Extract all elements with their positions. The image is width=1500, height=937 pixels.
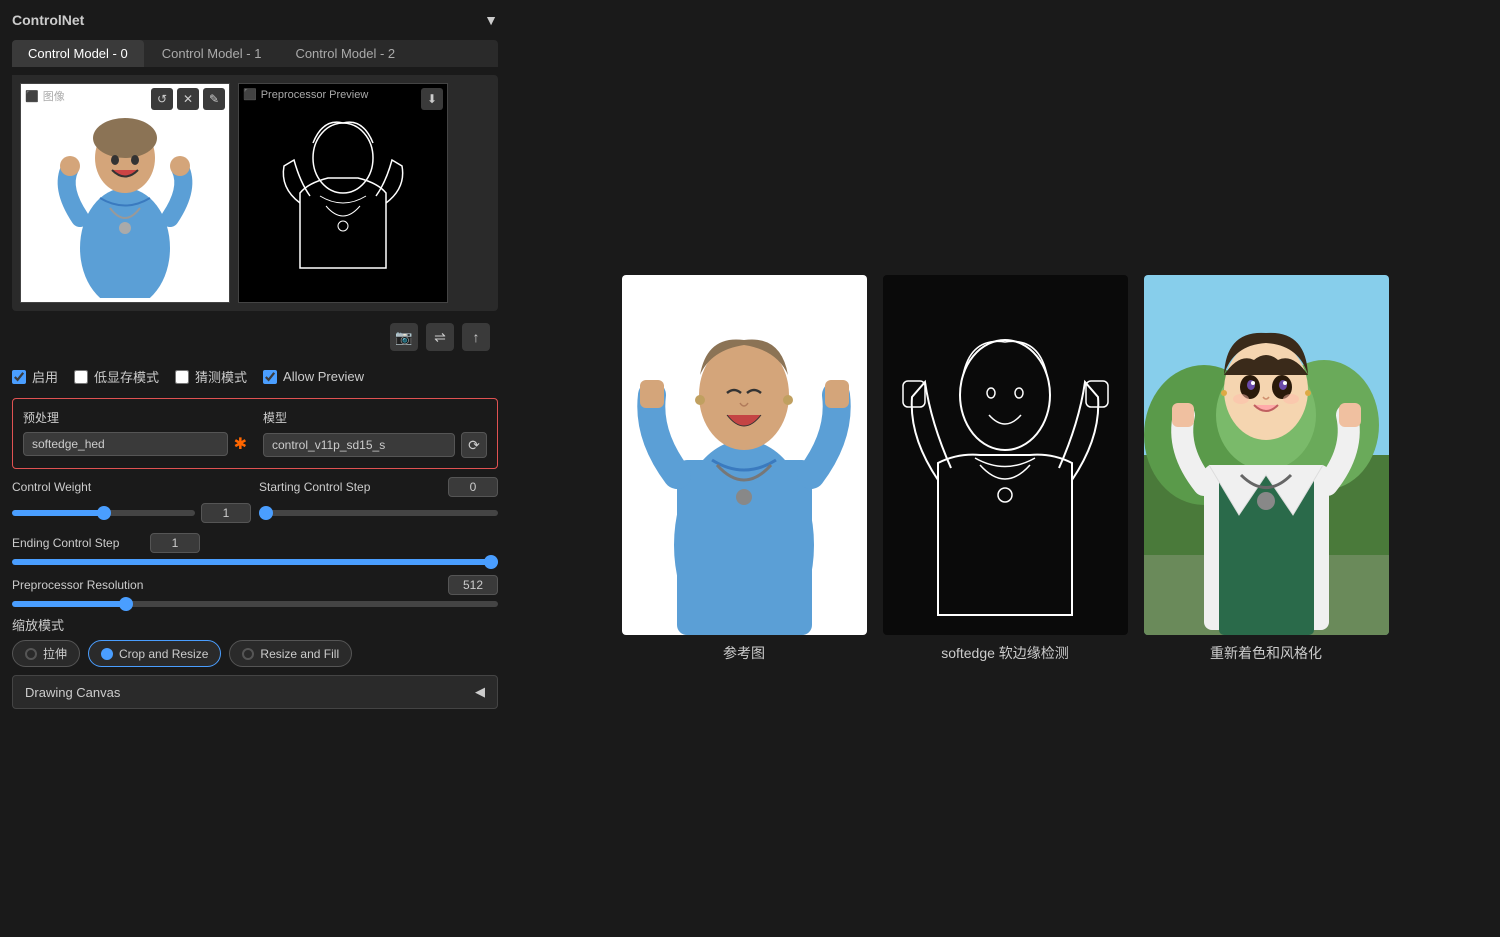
zoom-stretch-btn[interactable]: 拉伸 bbox=[12, 640, 80, 667]
gallery-caption-0: 参考图 bbox=[723, 643, 765, 663]
preprocessor-select[interactable]: softedge_hed bbox=[23, 432, 228, 456]
preprocessor-res-slider[interactable] bbox=[12, 601, 498, 607]
control-weight-label: Control Weight bbox=[12, 480, 251, 494]
ending-step-label: Ending Control Step bbox=[12, 536, 142, 550]
action-row: 📷 ⇌ ↑ bbox=[12, 319, 498, 355]
swap-btn[interactable]: ⇌ bbox=[426, 323, 454, 351]
nurse-photo bbox=[21, 84, 229, 302]
fire-icon: ✱ bbox=[234, 434, 247, 454]
zoom-crop-radio bbox=[101, 648, 113, 660]
image-row: ⬛ 图像 ↺ ✕ ✎ bbox=[12, 75, 498, 311]
low-vram-checkbox[interactable] bbox=[74, 370, 88, 384]
input-image-label: ⬛ 图像 bbox=[25, 88, 65, 104]
zoom-options: 拉伸 Crop and Resize Resize and Fill bbox=[12, 640, 498, 667]
download-preview-btn[interactable]: ⬇ bbox=[421, 88, 443, 110]
model-label: 模型 bbox=[263, 409, 487, 426]
preprocessor-res-value[interactable]: 512 bbox=[448, 575, 498, 595]
enable-label: 启用 bbox=[32, 367, 58, 386]
model-section: 预处理 softedge_hed ✱ 模型 control_v11p_sd15_… bbox=[12, 398, 498, 469]
gallery-item-2: 重新着色和风格化 bbox=[1144, 275, 1389, 663]
gallery-image-1 bbox=[883, 275, 1128, 635]
right-panel: 参考图 bbox=[510, 0, 1500, 937]
allow-preview-label: Allow Preview bbox=[283, 369, 364, 384]
preprocessor-res-label: Preprocessor Resolution bbox=[12, 578, 440, 592]
gallery-caption-1: softedge 软边缘检测 bbox=[941, 643, 1069, 663]
gallery-image-2 bbox=[1144, 275, 1389, 635]
slider-section: Control Weight Starting Control Step 0 1… bbox=[12, 477, 498, 607]
brush-image-btn[interactable]: ✎ bbox=[203, 88, 225, 110]
zoom-fill-radio bbox=[242, 648, 254, 660]
upload-btn[interactable]: ↑ bbox=[462, 323, 490, 351]
low-vram-checkbox-item[interactable]: 低显存模式 bbox=[74, 367, 159, 386]
camera-btn[interactable]: 📷 bbox=[390, 323, 418, 351]
preprocessor-preview-box: ⬛ Preprocessor Preview ⬇ bbox=[238, 83, 448, 303]
left-panel: ControlNet ▼ Control Model - 0 Control M… bbox=[0, 0, 510, 937]
close-image-btn[interactable]: ✕ bbox=[177, 88, 199, 110]
input-image-controls: ↺ ✕ ✎ bbox=[151, 88, 225, 110]
input-image-box: ⬛ 图像 ↺ ✕ ✎ bbox=[20, 83, 230, 303]
controlnet-header: ControlNet ▼ bbox=[12, 12, 498, 28]
starting-step-value[interactable]: 0 bbox=[448, 477, 498, 497]
ending-step-slider[interactable] bbox=[12, 559, 498, 565]
allow-preview-checkbox[interactable] bbox=[263, 370, 277, 384]
checkbox-row: 启用 低显存模式 猜测模式 Allow Preview bbox=[12, 363, 498, 390]
preprocessor-label: 预处理 bbox=[23, 409, 247, 426]
model-select[interactable]: control_v11p_sd15_s bbox=[263, 433, 455, 457]
edge-detection-preview bbox=[239, 84, 447, 302]
low-vram-label: 低显存模式 bbox=[94, 367, 159, 386]
gallery: 参考图 bbox=[622, 275, 1389, 663]
gallery-item-1: softedge 软边缘检测 bbox=[883, 275, 1128, 663]
zoom-crop-btn[interactable]: Crop and Resize bbox=[88, 640, 221, 667]
collapse-icon[interactable]: ▼ bbox=[484, 12, 498, 28]
guess-mode-label: 猜测模式 bbox=[195, 367, 247, 386]
preprocessor-preview-label: ⬛ Preprocessor Preview bbox=[243, 88, 368, 101]
zoom-section: 缩放模式 拉伸 Crop and Resize Resize and Fill bbox=[12, 615, 498, 667]
control-weight-slider[interactable] bbox=[12, 510, 195, 516]
allow-preview-checkbox-item[interactable]: Allow Preview bbox=[263, 369, 364, 384]
starting-step-slider[interactable] bbox=[259, 510, 498, 516]
model-select-row: control_v11p_sd15_s ⟳ bbox=[263, 432, 487, 458]
preprocessor-col: 预处理 softedge_hed ✱ bbox=[23, 409, 247, 458]
drawing-canvas-label: Drawing Canvas bbox=[25, 685, 120, 700]
tab-model-0[interactable]: Control Model - 0 bbox=[12, 40, 144, 67]
tab-model-1[interactable]: Control Model - 1 bbox=[146, 40, 278, 67]
enable-checkbox[interactable] bbox=[12, 370, 26, 384]
gallery-caption-2: 重新着色和风格化 bbox=[1210, 643, 1322, 663]
zoom-crop-label: Crop and Resize bbox=[119, 647, 208, 661]
image-icon: ⬛ bbox=[25, 90, 39, 103]
drawing-canvas-icon: ◀ bbox=[475, 684, 485, 700]
guess-mode-checkbox-item[interactable]: 猜测模式 bbox=[175, 367, 247, 386]
zoom-fill-btn[interactable]: Resize and Fill bbox=[229, 640, 352, 667]
controlnet-title: ControlNet bbox=[12, 12, 84, 28]
preview-icon: ⬛ bbox=[243, 88, 257, 101]
drawing-canvas[interactable]: Drawing Canvas ◀ bbox=[12, 675, 498, 709]
zoom-fill-label: Resize and Fill bbox=[260, 647, 339, 661]
ending-step-value[interactable]: 1 bbox=[150, 533, 200, 553]
model-refresh-btn[interactable]: ⟳ bbox=[461, 432, 487, 458]
gallery-item-0: 参考图 bbox=[622, 275, 867, 663]
control-weight-value[interactable]: 1 bbox=[201, 503, 251, 523]
guess-mode-checkbox[interactable] bbox=[175, 370, 189, 384]
model-col: 模型 control_v11p_sd15_s ⟳ bbox=[263, 409, 487, 458]
refresh-image-btn[interactable]: ↺ bbox=[151, 88, 173, 110]
model-tabs: Control Model - 0 Control Model - 1 Cont… bbox=[12, 40, 498, 67]
zoom-stretch-label: 拉伸 bbox=[43, 645, 67, 662]
preprocessor-controls: ⬇ bbox=[421, 88, 443, 110]
gallery-image-0 bbox=[622, 275, 867, 635]
zoom-stretch-radio bbox=[25, 648, 37, 660]
starting-step-label: Starting Control Step bbox=[259, 480, 442, 494]
enable-checkbox-item[interactable]: 启用 bbox=[12, 367, 58, 386]
tab-model-2[interactable]: Control Model - 2 bbox=[279, 40, 411, 67]
zoom-mode-label: 缩放模式 bbox=[12, 615, 498, 634]
preprocessor-select-row: softedge_hed ✱ bbox=[23, 432, 247, 456]
